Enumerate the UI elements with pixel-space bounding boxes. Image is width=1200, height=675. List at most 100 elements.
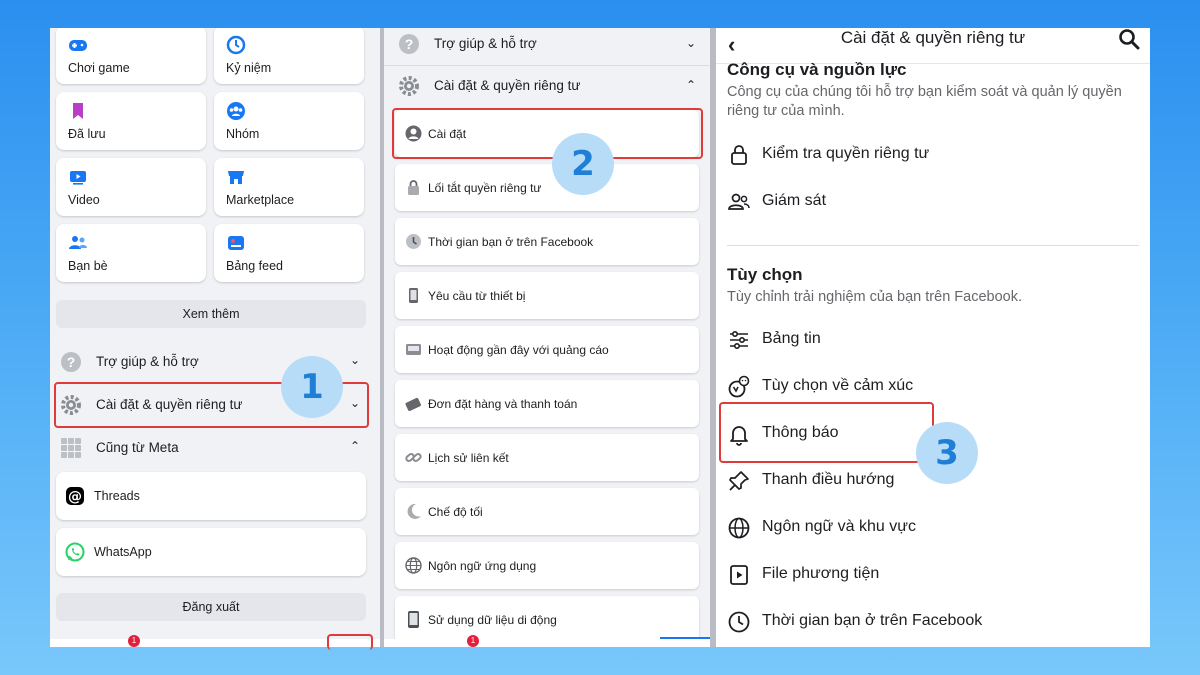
menu-label: Cài đặt & quyền riêng tư — [434, 78, 581, 93]
menu-label: Trợ giúp & hỗ trợ — [434, 36, 537, 51]
svg-text:?: ? — [67, 354, 76, 370]
sliders-icon — [727, 328, 751, 352]
chevron-up-icon: ⌃ — [349, 439, 360, 453]
panel-menu: Chơi game Kỷ niệm Đã lưu Nhóm Video Mark… — [50, 28, 380, 647]
settings-item-ad-activity[interactable]: Hoạt động gần đây với quảng cáo — [395, 326, 699, 373]
panel-settings-page: ‹ Cài đặt & quyền riêng tư Công cụ và ng… — [716, 28, 1150, 647]
shortcut-memories[interactable]: Kỷ niệm — [214, 28, 364, 84]
shortcut-friends[interactable]: Bạn bè — [56, 224, 206, 282]
top-nav-bar: ‹ Cài đặt & quyền riêng tư — [716, 28, 1150, 64]
settings-item-label: Sử dụng dữ liệu di động — [428, 613, 557, 627]
shortcut-groups[interactable]: Nhóm — [214, 92, 364, 150]
logout-button[interactable]: Đăng xuất — [56, 593, 366, 621]
meta-app-whatsapp[interactable]: WhatsApp — [56, 528, 366, 576]
question-icon: ? — [398, 33, 420, 55]
item-privacy-checkup[interactable]: Kiểm tra quyền riêng tư — [724, 134, 1134, 174]
item-label: Thanh điều hướng — [762, 471, 895, 488]
chevron-down-icon: ⌄ — [685, 36, 696, 50]
bottom-tab-bar: 1 — [384, 635, 710, 647]
groups-icon — [226, 101, 246, 121]
settings-item-time-on-facebook[interactable]: Thời gian bạn ở trên Facebook — [395, 218, 699, 265]
item-label: Bảng tin — [762, 330, 821, 347]
shortcut-label: Kỷ niệm — [226, 61, 272, 75]
bookmark-icon — [68, 101, 88, 121]
shortcut-games[interactable]: Chơi game — [56, 28, 206, 84]
section-title-preferences: Tùy chọn — [727, 265, 803, 284]
shortcut-label: Bạn bè — [68, 259, 108, 273]
shortcut-label: Nhóm — [226, 127, 260, 141]
item-label: Ngôn ngữ và khu vực — [762, 518, 916, 535]
section-divider — [727, 245, 1139, 246]
menu-label: Cũng từ Meta — [96, 440, 179, 455]
settings-item-label: Thời gian bạn ở trên Facebook — [428, 235, 594, 249]
shortcut-label: Chơi game — [68, 61, 130, 75]
ad-activity-icon — [405, 341, 422, 358]
section-desc-tools: Công cụ của chúng tôi hỗ trợ bạn kiểm so… — [727, 84, 1122, 119]
shortcut-saved[interactable]: Đã lưu — [56, 92, 206, 150]
menu-help-support[interactable]: ? Trợ giúp & hỗ trợ ⌄ — [384, 28, 710, 64]
shortcut-video[interactable]: Video — [56, 158, 206, 216]
item-label: Kiểm tra quyền riêng tư — [762, 145, 930, 162]
notification-badge: 1 — [467, 635, 479, 647]
section-title-tools: Công cụ và nguồn lực — [727, 60, 907, 79]
supervision-icon — [727, 190, 751, 214]
globe-icon — [405, 557, 422, 574]
video-icon — [68, 167, 88, 187]
clock-icon — [405, 233, 422, 250]
item-news-feed[interactable]: Bảng tin — [724, 319, 1134, 359]
settings-item-orders-payments[interactable]: Đơn đặt hàng và thanh toán — [395, 380, 699, 427]
globe-icon — [727, 516, 751, 540]
settings-item-label: Đơn đặt hàng và thanh toán — [428, 397, 578, 411]
step-badge-3: 3 — [916, 422, 978, 484]
link-icon — [405, 449, 422, 466]
settings-item-device-requests[interactable]: Yêu cầu từ thiết bị — [395, 272, 699, 319]
settings-item-mobile-data[interactable]: Sử dụng dữ liệu di động — [395, 596, 699, 643]
item-label: Tùy chọn về cảm xúc — [762, 377, 914, 394]
shortcut-marketplace[interactable]: Marketplace — [214, 158, 364, 216]
item-language-region[interactable]: Ngôn ngữ và khu vực — [724, 507, 1134, 547]
settings-item-privacy-shortcuts[interactable]: Lối tắt quyền riêng tư — [395, 164, 699, 211]
meta-app-threads[interactable]: @ Threads — [56, 472, 366, 520]
friends-icon — [68, 233, 88, 253]
shortcut-label: Bảng feed — [226, 259, 283, 273]
reactions-icon — [727, 375, 751, 399]
settings-item-label: Ngôn ngữ ứng dụng — [428, 559, 537, 573]
menu-also-from-meta[interactable]: Cũng từ Meta ⌃ — [56, 428, 366, 468]
gamepad-icon — [68, 35, 88, 55]
page-title: Cài đặt & quyền riêng tư — [840, 28, 1026, 47]
gear-icon — [398, 75, 420, 97]
feeds-icon — [226, 233, 246, 253]
meta-grid-icon — [60, 437, 82, 459]
see-more-button[interactable]: Xem thêm — [56, 300, 366, 328]
menu-settings-privacy[interactable]: Cài đặt & quyền riêng tư ⌃ — [384, 66, 710, 106]
item-reaction-preferences[interactable]: Tùy chọn về cảm xúc — [724, 366, 1134, 406]
meta-app-label: WhatsApp — [94, 545, 152, 559]
clock-icon — [727, 610, 751, 634]
item-time-on-facebook[interactable]: Thời gian bạn ở trên Facebook — [724, 601, 1134, 641]
step-badge-1: 1 — [281, 356, 343, 418]
settings-item-label: Hoạt động gần đây với quảng cáo — [428, 343, 609, 357]
search-icon[interactable] — [1118, 28, 1140, 50]
lock-icon — [727, 143, 751, 167]
highlight-notifications — [719, 402, 934, 463]
section-desc-preferences: Tùy chỉnh trải nghiệm của bạn trên Faceb… — [727, 289, 1022, 305]
chevron-down-icon: ⌄ — [349, 353, 360, 367]
settings-item-app-language[interactable]: Ngôn ngữ ứng dụng — [395, 542, 699, 589]
phone-data-icon — [405, 611, 422, 628]
settings-item-label: Lịch sử liên kết — [428, 451, 509, 465]
item-label: Thời gian bạn ở trên Facebook — [762, 612, 983, 629]
settings-item-dark-mode[interactable]: Chế độ tối — [395, 488, 699, 535]
item-supervision[interactable]: Giám sát — [724, 181, 1134, 221]
privacy-lock-icon — [405, 179, 422, 196]
svg-text:@: @ — [68, 489, 82, 505]
shortcut-label: Đã lưu — [68, 127, 106, 141]
marketplace-shop-icon — [226, 167, 246, 187]
shortcut-feeds[interactable]: Bảng feed — [214, 224, 364, 282]
threads-icon: @ — [65, 486, 85, 506]
settings-item-link-history[interactable]: Lịch sử liên kết — [395, 434, 699, 481]
moon-icon — [405, 503, 422, 520]
item-media-files[interactable]: File phương tiện — [724, 554, 1134, 594]
item-label: Giám sát — [762, 192, 827, 209]
menu-label: Trợ giúp & hỗ trợ — [96, 354, 199, 369]
pin-icon — [727, 469, 751, 493]
